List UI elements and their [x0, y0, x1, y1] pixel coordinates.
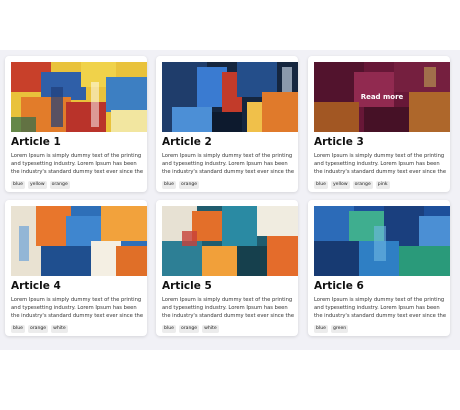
article-image-painting [11, 62, 147, 132]
tag[interactable]: orange [178, 181, 200, 189]
tag[interactable]: pink [375, 181, 390, 189]
article-excerpt: Lorem Ipsum is simply dummy text of the … [11, 153, 144, 175]
article-card[interactable]: Article 6 Lorem Ipsum is simply dummy te… [308, 200, 450, 336]
read-more-link[interactable]: Read more [314, 62, 450, 132]
tag[interactable]: blue [162, 325, 176, 333]
article-image[interactable] [162, 206, 298, 276]
article-image[interactable]: Read more [314, 62, 450, 132]
article-title[interactable]: Article 6 [314, 280, 364, 292]
tag[interactable]: white [51, 325, 68, 333]
tag[interactable]: white [202, 325, 219, 333]
article-title[interactable]: Article 1 [11, 136, 61, 148]
article-excerpt: Lorem Ipsum is simply dummy text of the … [162, 297, 295, 319]
article-title[interactable]: Article 3 [314, 136, 364, 148]
tag-list: blue yellow orange pink [314, 181, 390, 189]
article-excerpt: Lorem Ipsum is simply dummy text of the … [314, 297, 447, 319]
article-card[interactable]: Article 5 Lorem Ipsum is simply dummy te… [156, 200, 298, 336]
tag[interactable]: orange [178, 325, 200, 333]
article-image-painting [162, 62, 298, 132]
tag[interactable]: yellow [27, 181, 47, 189]
article-title[interactable]: Article 2 [162, 136, 212, 148]
tag[interactable]: blue [11, 325, 25, 333]
tag[interactable]: yellow [330, 181, 350, 189]
article-image[interactable] [162, 62, 298, 132]
tag[interactable]: blue [314, 325, 328, 333]
tag[interactable]: blue [162, 181, 176, 189]
article-card[interactable]: Article 2 Lorem Ipsum is simply dummy te… [156, 56, 298, 192]
tag[interactable]: blue [11, 181, 25, 189]
tag[interactable]: blue [314, 181, 328, 189]
tag[interactable]: orange [352, 181, 373, 189]
tag-list: blue orange white [162, 325, 219, 333]
article-card[interactable]: Article 1 Lorem Ipsum is simply dummy te… [5, 56, 147, 192]
article-image-painting [11, 206, 147, 276]
tag[interactable]: orange [49, 181, 70, 189]
article-grid: Article 1 Lorem Ipsum is simply dummy te… [0, 0, 460, 410]
article-card[interactable]: Article 4 Lorem Ipsum is simply dummy te… [5, 200, 147, 336]
tag-list: blue orange [162, 181, 200, 189]
article-image[interactable] [11, 206, 147, 276]
tag[interactable]: green [330, 325, 349, 333]
article-image-painting [162, 206, 298, 276]
article-title[interactable]: Article 5 [162, 280, 212, 292]
article-image[interactable] [11, 62, 147, 132]
tag-list: blue green [314, 325, 349, 333]
article-excerpt: Lorem Ipsum is simply dummy text of the … [314, 153, 447, 175]
tag[interactable]: orange [27, 325, 49, 333]
tag-list: blue yellow orange [11, 181, 70, 189]
article-excerpt: Lorem Ipsum is simply dummy text of the … [11, 297, 144, 319]
article-title[interactable]: Article 4 [11, 280, 61, 292]
tag-list: blue orange white [11, 325, 68, 333]
article-image-painting [314, 206, 450, 276]
article-card[interactable]: Read more Article 3 Lorem Ipsum is simpl… [308, 56, 450, 192]
article-excerpt: Lorem Ipsum is simply dummy text of the … [162, 153, 295, 175]
article-image[interactable] [314, 206, 450, 276]
